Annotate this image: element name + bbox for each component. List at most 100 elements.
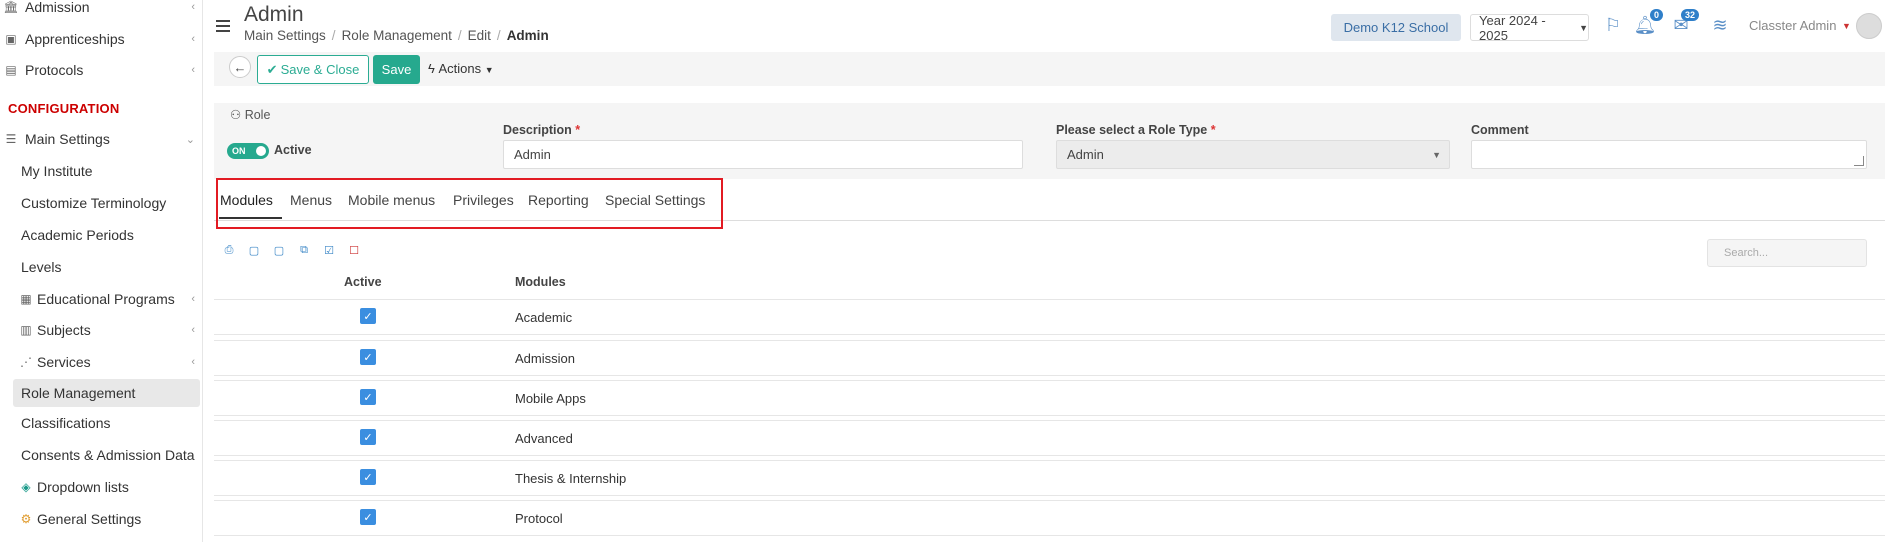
sidebar-item-label: Main Settings <box>25 131 110 147</box>
user-name[interactable]: Classter Admin <box>1749 18 1836 33</box>
sidebar-item-admission[interactable]: 🏛 Admission ‹ <box>0 0 202 21</box>
description-input[interactable]: Admin <box>503 140 1023 169</box>
sidebar-item-educational-programs[interactable]: ▦ Educational Programs ‹ <box>0 285 202 313</box>
layers-icon[interactable]: ≋ <box>1709 14 1731 36</box>
role-header: ⚇ Role <box>230 107 270 122</box>
message-badge: 32 <box>1680 9 1699 21</box>
active-checkbox[interactable]: ✓ <box>360 429 376 445</box>
copy-icon[interactable]: ⧉ <box>294 240 314 260</box>
breadcrumb-item[interactable]: Main Settings <box>244 28 326 43</box>
active-checkbox[interactable]: ✓ <box>360 509 376 525</box>
module-name: Thesis & Internship <box>515 471 627 486</box>
comment-textarea[interactable] <box>1471 140 1867 169</box>
sidebar-item-role-management[interactable]: Role Management <box>13 379 200 407</box>
sidebar-item-classifications[interactable]: Classifications <box>0 409 202 437</box>
chevron-left-icon: ‹ <box>191 324 195 336</box>
tab-menus[interactable]: Menus <box>290 192 332 208</box>
column-header-modules[interactable]: Modules <box>515 275 566 289</box>
user-icon: ⚇ <box>230 108 242 122</box>
sidebar-item-subjects[interactable]: ▥ Subjects ‹ <box>0 316 202 344</box>
sidebar-item-general-settings[interactable]: ⚙ General Settings <box>0 505 202 533</box>
caret-down-icon: ▼ <box>484 65 494 75</box>
caret-down-icon: ▼ <box>1432 149 1441 160</box>
chevron-down-icon: ⌄ <box>185 133 195 146</box>
role-form: ⚇ Role ON Active Description * Admin Ple… <box>214 103 1885 179</box>
print-icon[interactable]: ⎙ <box>219 240 239 260</box>
select-all-icon[interactable]: ☑ <box>319 240 339 260</box>
search-input[interactable]: Search... <box>1707 239 1867 267</box>
save-close-button[interactable]: ✔ Save & Close <box>257 55 369 84</box>
active-checkbox[interactable]: ✓ <box>360 389 376 405</box>
book-icon: ▥ <box>20 323 32 337</box>
sidebar-item-consents[interactable]: Consents & Admission Data <box>0 441 202 469</box>
breadcrumb-item[interactable]: Edit <box>468 28 491 43</box>
sidebar-item-label: Protocols <box>25 62 84 78</box>
sidebar-item-protocols[interactable]: ▤ Protocols ‹ <box>0 56 202 84</box>
actions-dropdown[interactable]: ϟ Actions ▼ <box>428 61 494 76</box>
flag-icon[interactable]: ⚐ <box>1602 14 1624 36</box>
tab-modules[interactable]: Modules <box>220 192 273 208</box>
mail-icon[interactable]: ✉ 32 <box>1670 9 1699 36</box>
back-button[interactable]: ← <box>229 56 251 78</box>
sidebar-item-my-institute[interactable]: My Institute <box>0 157 202 185</box>
check-icon: ✔ <box>266 61 278 77</box>
sidebar-item-customize-terminology[interactable]: Customize Terminology <box>0 189 202 217</box>
chevron-left-icon: ‹ <box>191 33 195 45</box>
layers-icon: ◈ <box>21 480 31 494</box>
school-selector[interactable]: Demo K12 School <box>1331 14 1461 41</box>
role-type-select[interactable]: Admin ▼ <box>1056 140 1450 169</box>
network-icon: ⋰ <box>20 355 32 369</box>
export-csv-icon[interactable]: ▢ <box>269 240 289 260</box>
tab-reporting[interactable]: Reporting <box>528 192 589 208</box>
description-label: Description * <box>503 123 581 137</box>
sidebar-item-label: Academic Periods <box>21 227 134 243</box>
tab-mobile-menus[interactable]: Mobile menus <box>348 192 435 208</box>
actions-label: Actions <box>438 61 482 76</box>
sidebar-item-dropdown-lists[interactable]: ◈ Dropdown lists <box>0 473 202 501</box>
chevron-left-icon: ‹ <box>191 356 195 368</box>
sidebar-item-label: My Institute <box>21 163 93 179</box>
deselect-all-icon[interactable]: ☐ <box>344 240 364 260</box>
sidebar-item-label: General Settings <box>37 511 142 527</box>
sidebar-item-levels[interactable]: Levels <box>0 253 202 281</box>
grid-toolbar: ⎙ ▢ ▢ ⧉ ☑ ☐ <box>214 240 364 262</box>
resize-handle[interactable] <box>1854 156 1864 166</box>
page-title: Admin <box>244 3 304 26</box>
comment-label: Comment <box>1471 123 1529 137</box>
sidebar-item-apprenticeships[interactable]: ▣ Apprenticeships ‹ <box>0 25 202 53</box>
avatar[interactable] <box>1856 13 1882 39</box>
caret-down-icon: ▼ <box>1579 22 1588 33</box>
column-header-active[interactable]: Active <box>344 275 382 289</box>
sidebar-item-academic-periods[interactable]: Academic Periods <box>0 221 202 249</box>
hamburger-icon[interactable] <box>216 20 230 32</box>
active-checkbox[interactable]: ✓ <box>360 469 376 485</box>
description-label-text: Description <box>503 123 572 137</box>
year-selector[interactable]: Year 2024 - 2025 ▼ <box>1470 13 1589 43</box>
active-checkbox[interactable]: ✓ <box>360 308 376 324</box>
export-excel-icon[interactable]: ▢ <box>244 240 264 260</box>
sidebar-item-services[interactable]: ⋰ Services ‹ <box>0 348 202 376</box>
table-row: ✓ Advanced <box>214 420 1885 456</box>
table-row: ✓ Academic <box>214 299 1885 335</box>
sidebar-item-label: Role Management <box>21 385 136 401</box>
save-button[interactable]: Save <box>373 55 420 84</box>
tab-special-settings[interactable]: Special Settings <box>605 192 705 208</box>
caret-down-icon[interactable]: ▼ <box>1842 21 1851 31</box>
sidebar-item-label: Services <box>37 354 91 370</box>
sidebar-item-label: Customize Terminology <box>21 195 167 211</box>
table-row: ✓ Protocol <box>214 500 1885 536</box>
chevron-left-icon: ‹ <box>191 293 195 305</box>
sidebar-item-label: Dropdown lists <box>37 479 129 495</box>
save-close-label: Save & Close <box>280 62 360 77</box>
tab-privileges[interactable]: Privileges <box>453 192 514 208</box>
action-toolbar: ← ✔ Save & Close Save ϟ Actions ▼ <box>214 52 1885 86</box>
bell-icon[interactable]: 🔔︎ 0 <box>1634 9 1663 36</box>
sidebar-item-label: Apprenticeships <box>25 31 125 47</box>
arrow-left-icon: ← <box>233 59 247 75</box>
sidebar-item-label: Consents & Admission Data <box>21 447 195 463</box>
sidebar-item-main-settings[interactable]: ☰ Main Settings ⌄ <box>0 125 202 153</box>
breadcrumb-item[interactable]: Role Management <box>342 28 452 43</box>
active-toggle[interactable]: ON <box>227 143 269 159</box>
sidebar-item-label: Subjects <box>37 322 91 338</box>
active-checkbox[interactable]: ✓ <box>360 349 376 365</box>
